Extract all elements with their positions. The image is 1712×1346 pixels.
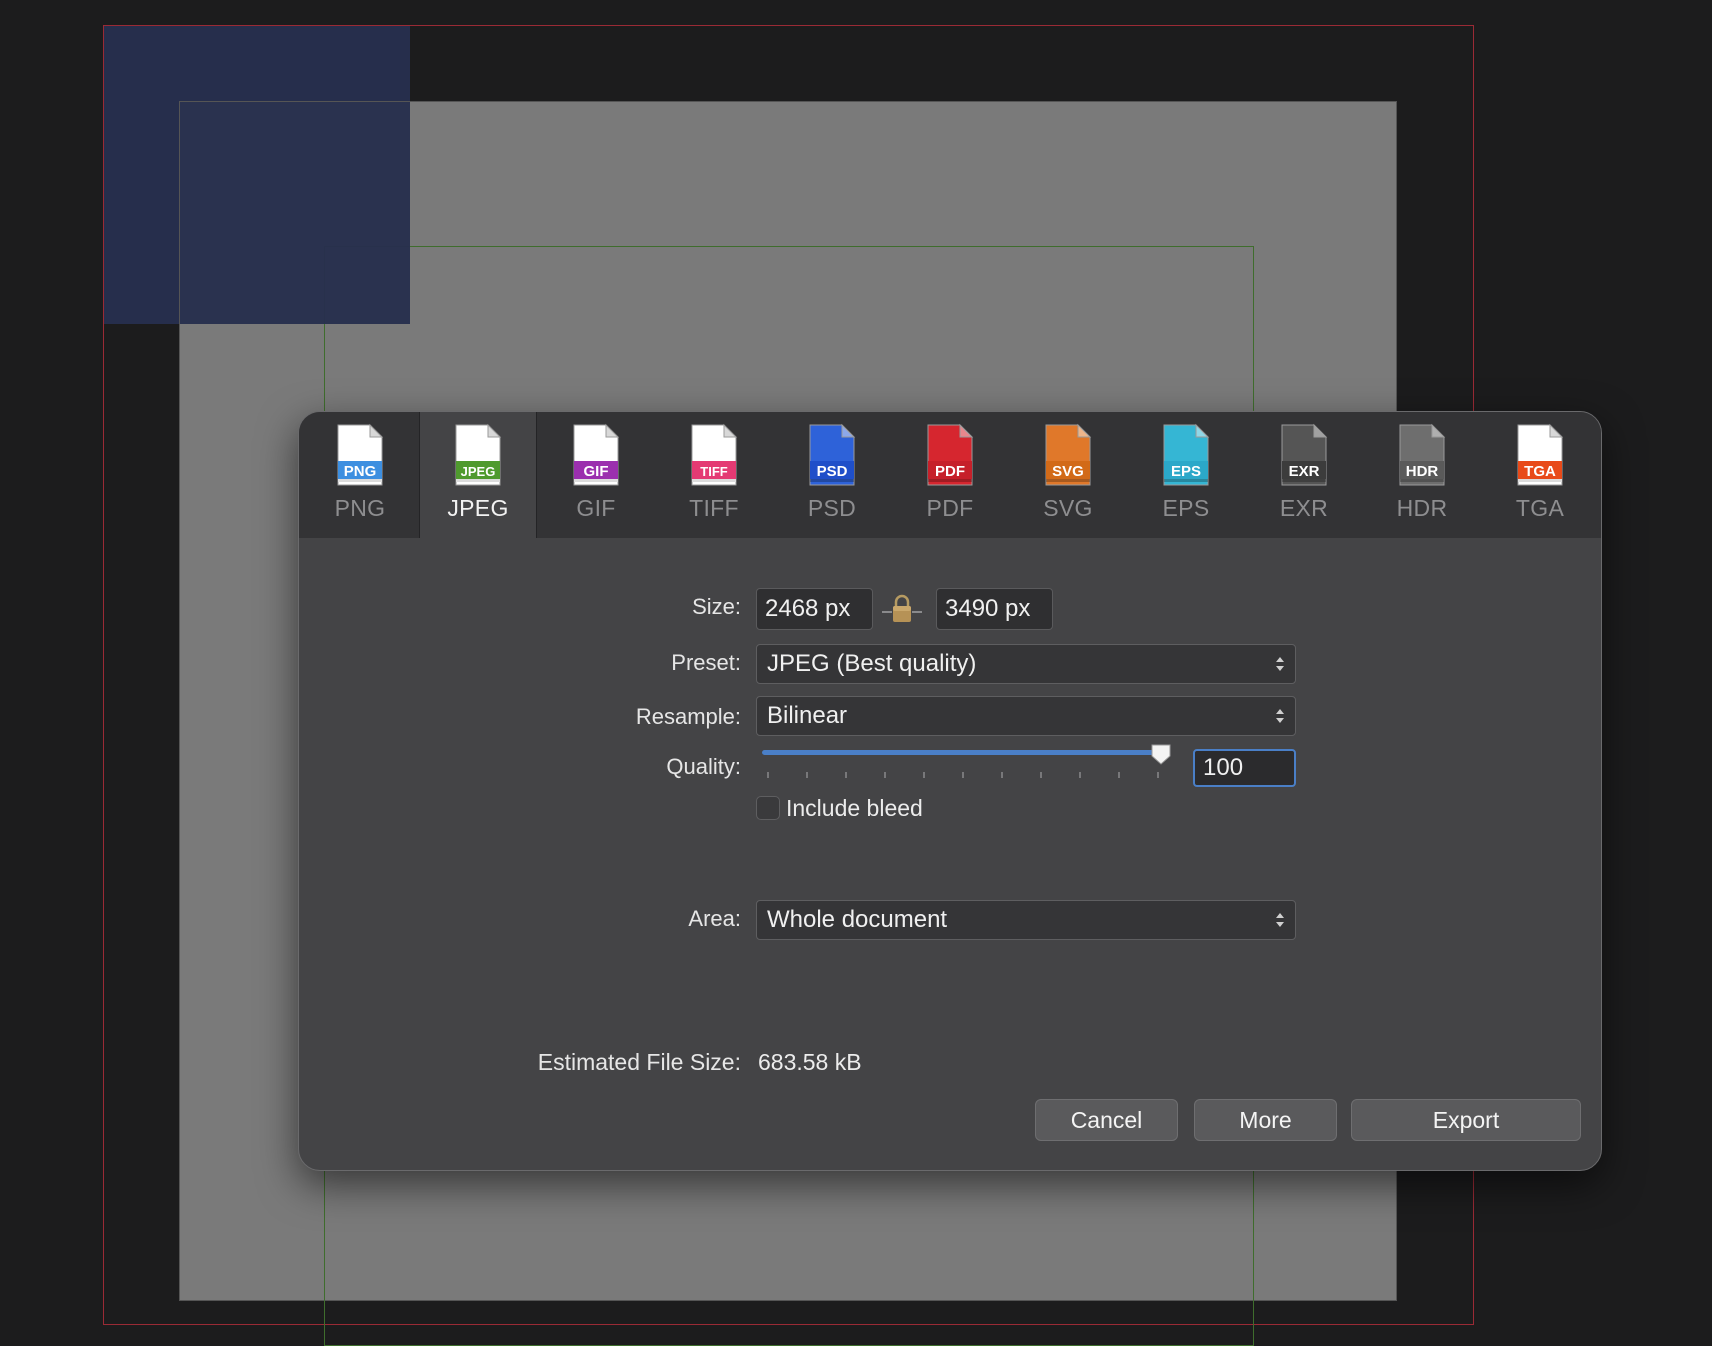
tab-label: TIFF (689, 495, 739, 521)
svg-badge-text: SVG (1052, 463, 1084, 480)
estimated-size-label: Estimated File Size: (537, 1049, 741, 1075)
tga-badge-text: TGA (1524, 463, 1556, 480)
tab-label: TGA (1515, 495, 1565, 521)
estimated-size-value: 683.58 kB (758, 1049, 862, 1075)
tga-file-icon: TGA (1517, 423, 1564, 486)
psd-badge-text: PSD (817, 463, 848, 480)
tab-jpeg[interactable]: JPEG JPEG (419, 412, 537, 538)
more-button[interactable]: More (1194, 1099, 1337, 1141)
tab-label: HDR (1396, 495, 1448, 521)
export-dialog: PNG PNG JPEG JPEG GIF GIF TIFF TIFF PSD PSD PDF PDF… (298, 411, 1602, 1171)
size-label: Size: (692, 594, 741, 619)
height-input[interactable]: 3490 px (936, 588, 1053, 630)
tab-exr[interactable]: EXR EXR (1245, 412, 1363, 538)
tab-pdf[interactable]: PDF PDF (891, 412, 1009, 538)
exr-file-icon: EXR (1281, 423, 1328, 486)
area-select[interactable]: Whole document (756, 900, 1296, 940)
tab-psd[interactable]: PSD PSD (773, 412, 891, 538)
include-bleed-checkbox[interactable] (756, 796, 780, 820)
format-tab-bar: PNG PNG JPEG JPEG GIF GIF TIFF TIFF PSD PSD PDF PDF… (299, 412, 1601, 538)
tab-eps[interactable]: EPS EPS (1127, 412, 1245, 538)
chevron-updown-icon (1276, 913, 1284, 927)
pdf-badge-text: PDF (935, 463, 965, 480)
cancel-button[interactable]: Cancel (1035, 1099, 1178, 1141)
page-corner-overlay (179, 101, 411, 325)
hdr-badge-text: HDR (1406, 463, 1439, 480)
exr-badge-text: EXR (1289, 463, 1320, 480)
tab-svg[interactable]: SVG SVG (1009, 412, 1127, 538)
png-file-icon: PNG (337, 423, 384, 486)
tab-png[interactable]: PNG PNG (301, 412, 419, 538)
jpeg-file-icon: JPEG (455, 423, 502, 486)
tab-label: PNG (334, 495, 386, 521)
eps-file-icon: EPS (1163, 423, 1210, 486)
tab-label: SVG (1043, 495, 1093, 521)
resample-select[interactable]: Bilinear (756, 696, 1296, 736)
psd-file-icon: PSD (809, 423, 856, 486)
tiff-badge-text: TIFF (700, 464, 727, 479)
tab-hdr[interactable]: HDR HDR (1363, 412, 1481, 538)
quality-slider[interactable] (758, 744, 1173, 784)
chevron-updown-icon (1276, 657, 1284, 671)
tab-label: EPS (1162, 495, 1210, 521)
eps-badge-text: EPS (1171, 463, 1201, 480)
svg-file-icon: SVG (1045, 423, 1092, 486)
jpeg-badge-text: JPEG (461, 464, 496, 479)
pdf-file-icon: PDF (927, 423, 974, 486)
area-value: Whole document (767, 906, 948, 933)
tab-tiff[interactable]: TIFF TIFF (655, 412, 773, 538)
area-label: Area: (688, 906, 741, 931)
gif-badge-text: GIF (584, 463, 609, 480)
png-badge-text: PNG (344, 463, 377, 480)
tab-label: EXR (1279, 495, 1329, 521)
include-bleed-label: Include bleed (786, 795, 923, 821)
tab-label: JPEG (447, 495, 509, 521)
export-button[interactable]: Export (1351, 1099, 1581, 1141)
tab-gif[interactable]: GIF GIF (537, 412, 655, 538)
slider-fill (762, 750, 1161, 755)
slider-knob (1151, 744, 1171, 765)
width-input[interactable]: 2468 px (756, 588, 873, 630)
preset-value: JPEG (Best quality) (767, 650, 977, 677)
tab-label: PSD (807, 495, 857, 521)
resample-label: Resample: (635, 704, 741, 729)
preset-label: Preset: (671, 650, 741, 675)
preset-select[interactable]: JPEG (Best quality) (756, 644, 1296, 684)
quality-label: Quality: (666, 754, 741, 779)
gif-file-icon: GIF (573, 423, 620, 486)
tab-tga[interactable]: TGA TGA (1481, 412, 1599, 538)
tiff-file-icon: TIFF (691, 423, 738, 486)
tab-label: PDF (926, 495, 974, 521)
padlock-icon[interactable] (882, 592, 922, 628)
tab-label: GIF (576, 495, 616, 521)
resample-value: Bilinear (767, 702, 848, 729)
chevron-updown-icon (1276, 709, 1284, 723)
hdr-file-icon: HDR (1399, 423, 1446, 486)
quality-input[interactable]: 100 (1193, 749, 1296, 787)
